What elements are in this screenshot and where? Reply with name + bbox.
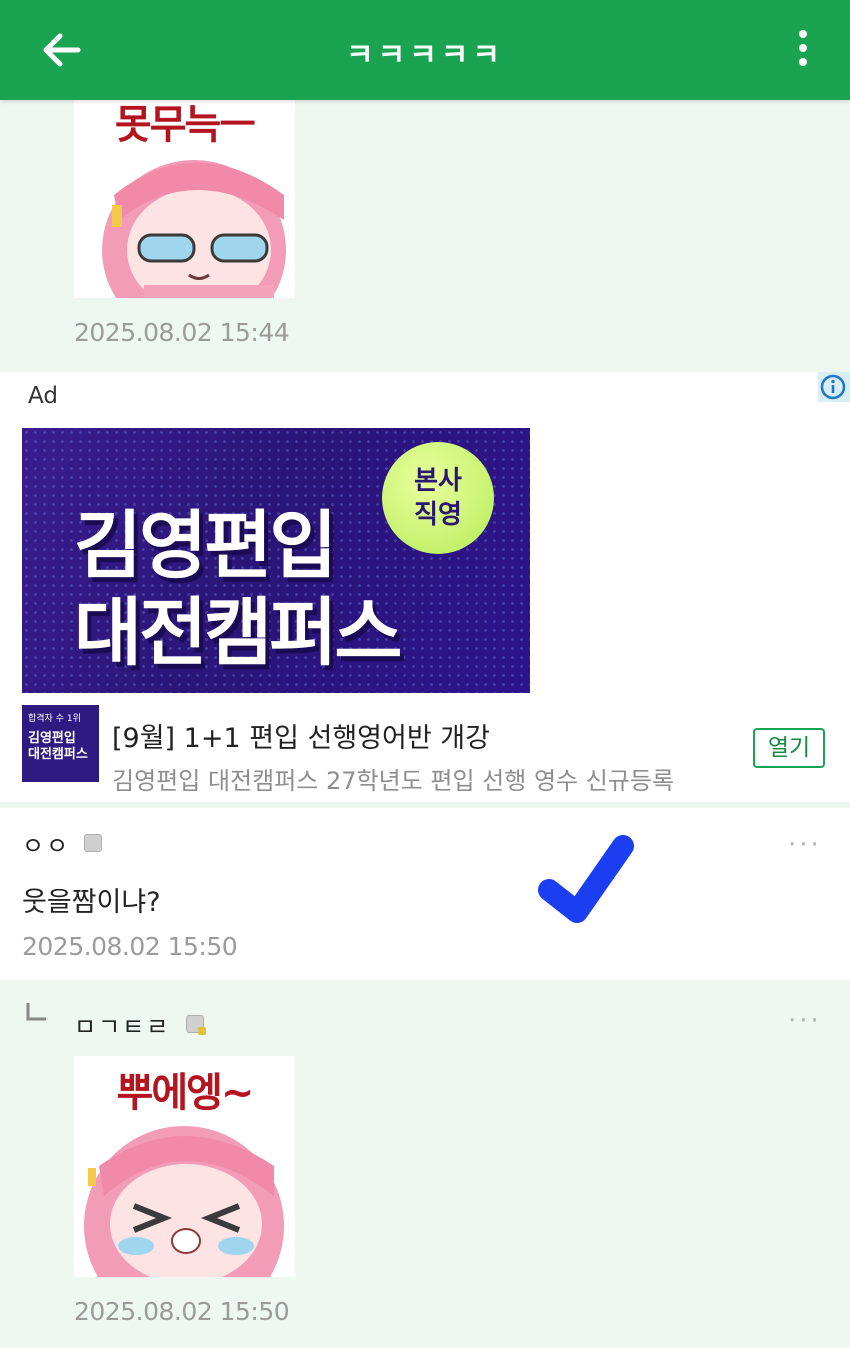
reply-indicator-icon (26, 1003, 46, 1021)
checkmark-annotation-icon (538, 835, 634, 923)
comment-more-button[interactable]: ··· (788, 830, 822, 860)
ad-open-button[interactable]: 열기 (753, 728, 825, 768)
reply-more-button[interactable]: ··· (788, 1006, 822, 1036)
user-badge-icon (186, 1015, 206, 1035)
comment-nickname[interactable]: ㅇㅇ (22, 826, 70, 861)
user-badge-icon (84, 834, 102, 852)
page-title: ㅋㅋㅋㅋㅋ (346, 38, 504, 73)
ad-description: 김영편입 대전캠퍼스 27학년도 편입 선행 영수 신규등록 (112, 767, 675, 795)
anime-girl-sticker-icon (102, 160, 286, 298)
sticker-caption: 뿌에엥~ (116, 1070, 255, 1116)
ad-label: Ad (28, 383, 58, 409)
comment-item-sticker: 못무늑ㅡ 2025.08.02 15:44 (0, 100, 850, 368)
more-options-button[interactable] (796, 30, 810, 70)
info-icon (820, 374, 846, 400)
more-vertical-icon (796, 30, 810, 66)
ad-info-button[interactable] (818, 372, 850, 402)
ad-banner-image[interactable]: 김영편입 대전캠퍼스 본사 직영 (22, 428, 530, 693)
ad-headline[interactable]: [9월] 1+1 편입 선행영어반 개강 (112, 716, 490, 755)
banner-title-line2: 대전캠퍼스 (74, 590, 402, 676)
reply-timestamp: 2025.08.02 15:50 (74, 1297, 290, 1326)
top-app-bar: ㅋㅋㅋㅋㅋ (0, 0, 850, 100)
comment-timestamp: 2025.08.02 15:44 (74, 318, 290, 347)
banner-badge: 본사 직영 (382, 442, 494, 554)
comment-text: 웃을짬이냐? (22, 887, 161, 918)
sticker-image: 못무늑ㅡ (74, 100, 295, 298)
sticker-image: 뿌에엥~ (74, 1056, 295, 1277)
ad-thumbnail[interactable]: 합격자 수 1위 김영편입 대전캠퍼스 (22, 705, 99, 782)
comment-timestamp: 2025.08.02 15:50 (22, 932, 238, 961)
reply-nickname[interactable]: ㅁㄱㅌㄹ (74, 1007, 170, 1042)
